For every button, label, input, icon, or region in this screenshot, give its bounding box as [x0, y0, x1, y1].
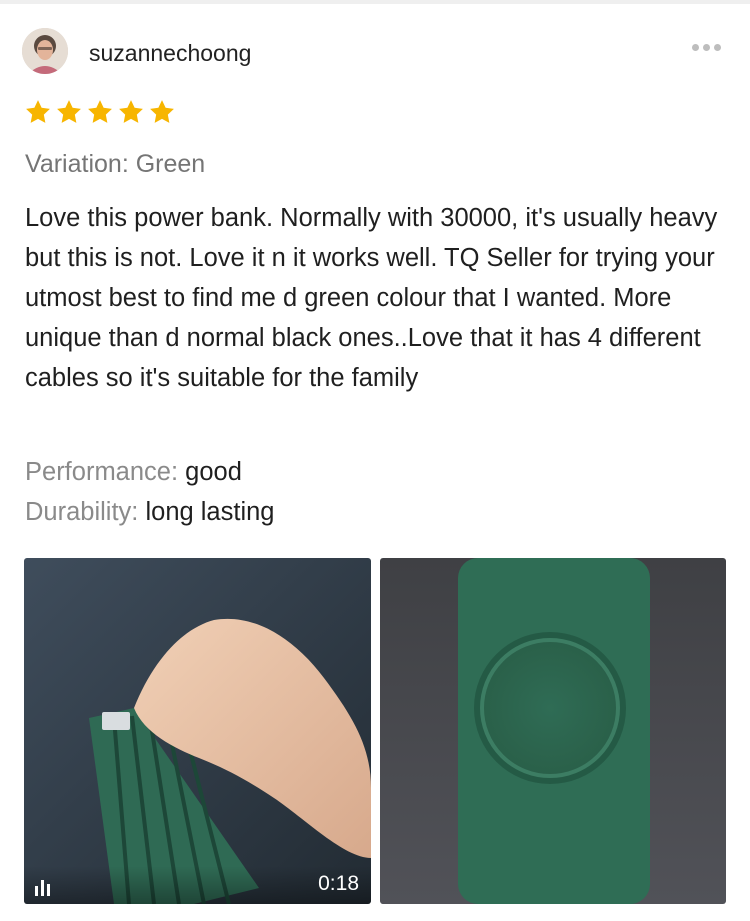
- top-divider: [0, 0, 750, 4]
- username[interactable]: suzannechoong: [89, 40, 251, 67]
- review-photo-thumbnail[interactable]: [380, 558, 726, 904]
- attribute-label: Performance:: [25, 458, 179, 486]
- attribute-label: Durability:: [25, 498, 139, 526]
- video-duration: 0:18: [318, 872, 359, 895]
- star-icon: [57, 100, 81, 123]
- more-dots-icon[interactable]: [692, 38, 728, 51]
- attribute-value: long lasting: [145, 498, 275, 526]
- video-frame-image: [24, 558, 371, 904]
- attribute-durability: Durability: long lasting: [25, 498, 274, 527]
- star-icon: [88, 100, 112, 123]
- star-rating: [24, 98, 176, 126]
- star-icon: [26, 100, 50, 123]
- avatar[interactable]: [22, 28, 68, 74]
- variation-label: Variation: Green: [25, 150, 206, 178]
- review-text: Love this power bank. Normally with 3000…: [25, 204, 718, 392]
- attribute-value: good: [185, 458, 242, 486]
- attribute-performance: Performance: good: [25, 458, 242, 487]
- review-video-thumbnail[interactable]: 0:18: [24, 558, 371, 904]
- star-icon: [119, 100, 143, 123]
- avatar-image: [22, 28, 68, 74]
- video-bars-icon: [35, 880, 50, 896]
- video-overlay: 0:18: [24, 866, 371, 904]
- star-icon: [150, 100, 174, 123]
- photo-image: [380, 558, 726, 904]
- review-header: suzannechoong: [22, 28, 728, 78]
